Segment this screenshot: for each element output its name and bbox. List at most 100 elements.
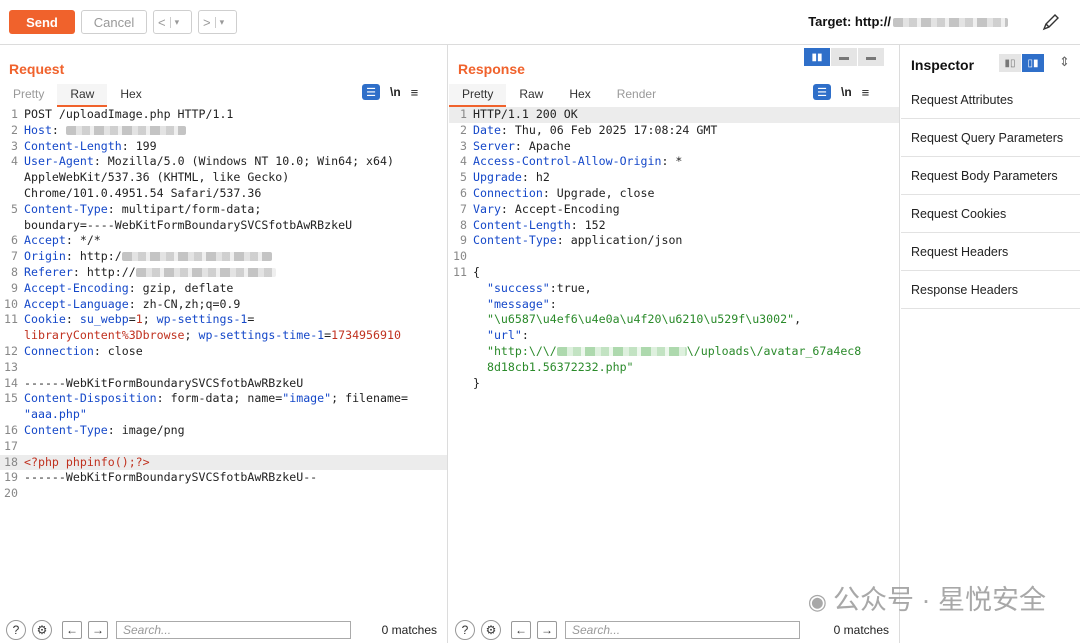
prev-match-button[interactable]: ← bbox=[62, 621, 82, 639]
collapse-icon[interactable]: ⇕ bbox=[1059, 54, 1070, 70]
token: libraryContent%3Dbrowse bbox=[24, 328, 185, 343]
next-match-button[interactable]: → bbox=[88, 621, 108, 639]
inspector-layout-left-icon[interactable]: ▮▯ bbox=[999, 54, 1021, 72]
line-number: 8 bbox=[11, 264, 18, 279]
response-panel: ▮▮ ▬ ▬ Response Pretty Raw Hex Render ☰ … bbox=[449, 45, 900, 643]
code-line: "url": bbox=[449, 328, 899, 344]
layout-side-by-side-icon[interactable]: ▮▮ bbox=[804, 48, 830, 66]
line-text: HTTP/1.1 200 OK bbox=[473, 107, 578, 123]
line-number: 17 bbox=[4, 438, 18, 453]
code-line: 9 Accept-Encoding: gzip, deflate bbox=[0, 281, 447, 297]
token: ------WebKitFormBoundarySVCSfotbAwRBzkeU… bbox=[24, 470, 318, 485]
target-redacted bbox=[893, 18, 1008, 28]
line-number: 2 bbox=[460, 122, 467, 137]
next-match-button[interactable]: → bbox=[537, 621, 557, 639]
layout-stacked-icon[interactable]: ▬ bbox=[831, 48, 857, 66]
target-label[interactable]: Target: http:// bbox=[808, 14, 1008, 29]
token: :true, bbox=[549, 280, 592, 295]
inspector-layout-switcher: ▮▯ ▯▮ bbox=[999, 54, 1045, 72]
redacted-text bbox=[135, 267, 276, 277]
inspector-item-request-body-parameters[interactable]: Request Body Parameters bbox=[901, 158, 1080, 195]
request-tabs: Pretty Raw Hex bbox=[0, 84, 155, 107]
token: boundary=----WebKitFormBoundarySVCSfotbA… bbox=[24, 217, 353, 232]
token: : http:/ bbox=[65, 249, 122, 264]
word-wrap-icon[interactable]: ☰ bbox=[813, 84, 831, 100]
layout-tabs-icon[interactable]: ▬ bbox=[858, 48, 884, 66]
token: Vary bbox=[473, 201, 501, 216]
token: Accept bbox=[24, 233, 66, 248]
inspector-item-request-query-parameters[interactable]: Request Query Parameters bbox=[901, 120, 1080, 157]
line-text: } bbox=[473, 376, 480, 392]
line-text: Content-Type: application/json bbox=[473, 233, 682, 249]
match-count: 0 matches bbox=[381, 623, 437, 637]
request-editor[interactable]: 1 POST /uploadImage.php HTTP/1.1 2 Host: 3C… bbox=[0, 107, 447, 502]
tab-pretty[interactable]: Pretty bbox=[449, 84, 507, 107]
token: Connection bbox=[473, 185, 543, 200]
code-line: 5 Content-Type: multipart/form-data; bbox=[0, 202, 447, 218]
tab-raw[interactable]: Raw bbox=[506, 84, 556, 105]
gear-icon[interactable]: ⚙ bbox=[32, 620, 52, 640]
token: : Upgrade, close bbox=[542, 185, 655, 200]
hamburger-icon[interactable]: ≡ bbox=[862, 85, 870, 100]
newline-toggle[interactable]: \n bbox=[390, 85, 401, 99]
response-title: Response bbox=[458, 61, 525, 77]
token: Cookie bbox=[24, 312, 66, 327]
tab-hex[interactable]: Hex bbox=[556, 84, 603, 105]
forward-menu-icon[interactable]: ▾ bbox=[214, 16, 229, 28]
code-line: 2 Host: bbox=[0, 123, 447, 139]
code-line: } bbox=[449, 376, 899, 392]
code-line: "message": bbox=[449, 297, 899, 313]
gear-icon[interactable]: ⚙ bbox=[481, 620, 501, 640]
response-editor[interactable]: 1 HTTP/1.1 200 OK 2 Date: Thu, 06 Feb 2025 … bbox=[449, 107, 899, 391]
cancel-button[interactable]: Cancel bbox=[81, 10, 147, 34]
search-input[interactable]: Search... bbox=[116, 621, 351, 639]
code-line: 11 Cookie: su_webp=1; wp-settings-1= bbox=[0, 312, 447, 328]
forward-button[interactable]: > ▾ bbox=[198, 10, 237, 34]
line-number: 14 bbox=[4, 375, 18, 390]
prev-match-button[interactable]: ← bbox=[511, 621, 531, 639]
redacted-text bbox=[121, 252, 272, 262]
line-text: libraryContent%3Dbrowse; wp-settings-tim… bbox=[24, 328, 401, 344]
pencil-icon[interactable] bbox=[1040, 11, 1062, 33]
code-line: 12 Connection: close bbox=[0, 344, 447, 360]
code-line: 8 Content-Length: 152 bbox=[449, 218, 899, 234]
token: Origin bbox=[24, 249, 66, 264]
back-button[interactable]: < ▾ bbox=[153, 10, 192, 34]
token: Referer bbox=[24, 264, 73, 279]
response-tabs: Pretty Raw Hex Render bbox=[449, 84, 669, 107]
tab-render[interactable]: Render bbox=[604, 84, 669, 105]
token: "message" bbox=[473, 296, 550, 311]
inspector-item-request-attributes[interactable]: Request Attributes bbox=[901, 82, 1080, 119]
code-line: 5 Upgrade: h2 bbox=[449, 170, 899, 186]
back-menu-icon[interactable]: ▾ bbox=[169, 16, 184, 28]
line-number: 10 bbox=[453, 249, 467, 264]
inspector-layout-right-icon[interactable]: ▯▮ bbox=[1022, 54, 1044, 72]
send-button[interactable]: Send bbox=[9, 10, 75, 34]
word-wrap-icon[interactable]: ☰ bbox=[362, 84, 380, 100]
line-number: 12 bbox=[4, 343, 18, 358]
inspector-item-request-headers[interactable]: Request Headers bbox=[901, 234, 1080, 271]
line-number: 11 bbox=[4, 312, 18, 327]
token: { bbox=[473, 264, 480, 279]
token: 1734956910 bbox=[331, 328, 401, 343]
line-text: Content-Length: 199 bbox=[24, 139, 157, 155]
inspector-item-response-headers[interactable]: Response Headers bbox=[901, 272, 1080, 309]
inspector-item-request-cookies[interactable]: Request Cookies bbox=[901, 196, 1080, 233]
help-icon[interactable]: ? bbox=[455, 620, 475, 640]
token: = bbox=[247, 312, 255, 327]
token: Content-Disposition bbox=[24, 391, 157, 406]
help-icon[interactable]: ? bbox=[6, 620, 26, 640]
hamburger-icon[interactable]: ≡ bbox=[411, 85, 419, 100]
code-line: 1 HTTP/1.1 200 OK bbox=[449, 107, 899, 123]
token: "success" bbox=[473, 280, 550, 295]
search-input[interactable]: Search... bbox=[565, 621, 800, 639]
line-text: Accept-Language: zh-CN,zh;q=0.9 bbox=[24, 297, 240, 313]
tab-raw[interactable]: Raw bbox=[57, 84, 108, 107]
tab-pretty[interactable]: Pretty bbox=[0, 84, 57, 105]
line-text: "message": bbox=[473, 297, 557, 313]
tab-hex[interactable]: Hex bbox=[107, 84, 154, 105]
watermark-text: 公众号 · 星悦安全 bbox=[833, 585, 1046, 615]
response-tools: ☰ \n ≡ bbox=[813, 84, 869, 100]
newline-toggle[interactable]: \n bbox=[841, 85, 852, 99]
line-number: 19 bbox=[4, 470, 18, 485]
